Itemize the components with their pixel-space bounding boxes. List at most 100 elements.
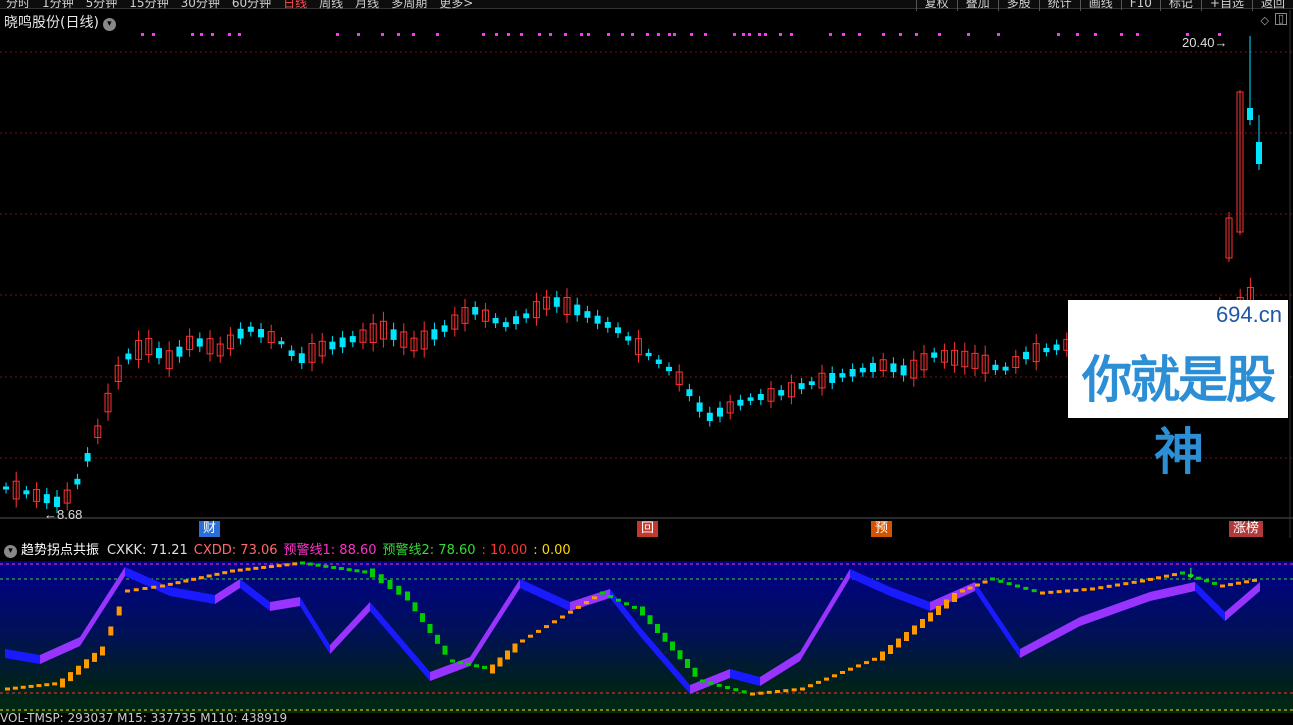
period-tab-7[interactable]: 周线 [319, 0, 343, 10]
signal-dot-42 [899, 33, 902, 36]
trend-dot-64 [512, 643, 518, 653]
signal-dot-35 [764, 33, 767, 36]
trend-dot-4 [36, 684, 42, 688]
tool-button-4[interactable]: 画线 [1079, 0, 1121, 11]
candle-body-27 [278, 341, 285, 345]
trend-dot-140 [1123, 582, 1129, 586]
marker-buyback[interactable]: 回 [637, 521, 659, 537]
candle-body-24 [247, 326, 254, 332]
period-tab-10[interactable]: 更多> [439, 0, 473, 10]
period-tab-4[interactable]: 30分钟 [181, 0, 220, 10]
trend-dot-59 [474, 664, 479, 668]
trend-dot-131 [1048, 590, 1054, 594]
trend-dot-79 [632, 605, 637, 609]
candle-body-2 [23, 490, 30, 495]
signal-dot-38 [829, 33, 832, 36]
candle-body-79 [808, 381, 815, 386]
trend-dot-152 [1220, 584, 1225, 588]
marker-forecast[interactable]: 预 [871, 521, 893, 537]
period-tab-9[interactable]: 多周期 [391, 0, 427, 10]
signal-dot-31 [733, 33, 736, 36]
period-tab-3[interactable]: 15分钟 [129, 0, 168, 10]
trend-dot-44 [354, 569, 360, 573]
trend-dot-104 [832, 674, 837, 678]
signal-dot-21 [587, 33, 590, 36]
trend-dot-115 [920, 619, 925, 628]
ribbon-segment-25 [1020, 617, 1080, 658]
signal-dot-6 [238, 33, 241, 36]
tool-button-8[interactable]: 返回 [1251, 0, 1293, 11]
trend-dot-8 [68, 672, 73, 682]
signal-dot-45 [967, 33, 970, 36]
trend-dot-128 [1023, 586, 1029, 590]
period-tab-8[interactable]: 月线 [355, 0, 379, 10]
trend-dot-100 [800, 687, 805, 691]
candle-body-84 [859, 367, 866, 373]
trend-dot-82 [655, 624, 660, 633]
candle-body-8 [84, 453, 91, 462]
signal-dot-37 [790, 33, 793, 36]
marker-gainers[interactable]: 涨榜 [1229, 521, 1264, 537]
trend-dot-105 [840, 671, 845, 674]
trend-dot-68 [544, 625, 549, 629]
indicator-name[interactable]: 趋势拐点共振 [21, 543, 99, 558]
tool-button-3[interactable]: 统计 [1038, 0, 1080, 11]
trend-dot-117 [936, 606, 941, 615]
signal-dot-12 [436, 33, 439, 36]
window-toggle-icon[interactable]: ▯ [1275, 13, 1287, 25]
ribbon-segment-26 [1080, 592, 1150, 626]
marker-finance[interactable]: 财 [199, 521, 221, 537]
trend-dot-138 [1106, 584, 1112, 588]
trend-dot-111 [888, 645, 893, 654]
trend-dot-89 [708, 681, 714, 685]
period-tab-2[interactable]: 5分钟 [86, 0, 118, 10]
signal-dot-22 [607, 33, 610, 36]
trend-dot-63 [505, 650, 510, 660]
trend-dot-113 [904, 632, 909, 641]
trend-dot-96 [766, 690, 772, 694]
diamond-icon[interactable]: ◇ [1261, 14, 1269, 27]
trend-dot-143 [1148, 577, 1153, 581]
signal-dot-27 [668, 33, 671, 36]
trend-dot-155 [1244, 580, 1249, 584]
trend-dot-24 [198, 576, 204, 580]
trend-dot-65 [520, 639, 525, 643]
chevron-down-icon[interactable]: ▾ [4, 545, 17, 558]
signal-dot-48 [1076, 33, 1079, 36]
trend-dot-14 [116, 606, 122, 616]
candle-body-57 [584, 311, 591, 318]
period-tab-5[interactable]: 60分钟 [232, 0, 271, 10]
signal-dot-19 [564, 33, 567, 36]
chart-title: 晓鸣股份(日线) ▾ [4, 12, 116, 32]
trend-dot-22 [183, 579, 189, 583]
signal-dot-16 [520, 33, 523, 36]
trend-dot-66 [528, 634, 533, 638]
trend-dot-35 [284, 563, 290, 567]
tool-button-6[interactable]: 标记 [1159, 0, 1201, 11]
tool-button-7[interactable]: +自选 [1200, 0, 1252, 11]
trend-dot-144 [1156, 576, 1161, 580]
tool-button-0[interactable]: 复权 [915, 0, 957, 11]
candle-body-103 [1053, 344, 1060, 351]
tool-button-5[interactable]: F10 [1120, 0, 1160, 10]
candle-body-33 [339, 337, 346, 348]
period-tab-6[interactable]: 日线 [283, 0, 307, 10]
tool-button-2[interactable]: 多股 [997, 0, 1039, 11]
trend-dot-19 [160, 584, 165, 588]
candle-body-102 [1043, 347, 1050, 353]
tool-button-1[interactable]: 叠加 [956, 0, 998, 11]
indicator-panel[interactable]: ↓ [0, 561, 1293, 713]
period-tab-1[interactable]: 1分钟 [42, 0, 74, 10]
trend-dot-135 [1081, 588, 1087, 592]
signal-dot-30 [704, 33, 707, 36]
period-tab-0[interactable]: 分时 [6, 0, 30, 10]
signal-dot-44 [938, 33, 941, 36]
candle-body-64 [655, 359, 662, 364]
signal-dot-13 [482, 33, 485, 36]
candle-body-81 [829, 372, 836, 383]
trend-dot-46 [370, 568, 375, 578]
trend-dot-2 [20, 685, 26, 689]
trend-dot-125 [998, 579, 1004, 583]
chevron-down-icon[interactable]: ▾ [102, 18, 116, 31]
candle-body-5 [54, 496, 60, 507]
